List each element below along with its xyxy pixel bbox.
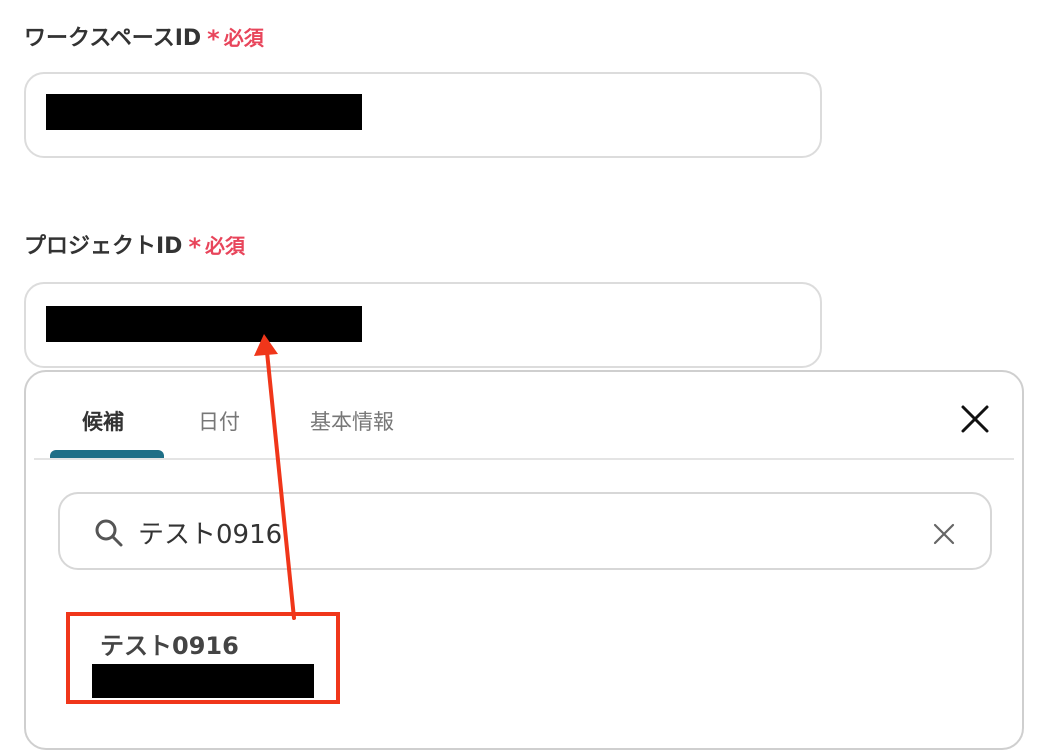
search-icon	[94, 518, 124, 548]
active-tab-indicator	[50, 450, 164, 458]
project-id-input[interactable]	[24, 282, 822, 368]
search-input[interactable]: テスト0916	[58, 492, 992, 570]
tab-divider	[34, 458, 1014, 460]
required-asterisk: *	[207, 25, 220, 53]
required-asterisk: *	[188, 233, 202, 261]
tab-basic-info[interactable]: 基本情報	[310, 406, 394, 436]
workspace-id-label-text: ワークスペースID	[24, 26, 202, 51]
redacted-option-id	[92, 664, 314, 698]
workspace-id-input[interactable]	[24, 72, 822, 158]
project-id-label: プロジェクトID * 必須	[24, 228, 246, 261]
close-icon[interactable]	[958, 402, 992, 436]
tab-date[interactable]: 日付	[198, 406, 240, 436]
project-id-label-text: プロジェクトID	[24, 234, 183, 259]
required-badge: 必須	[205, 233, 246, 258]
option-item-highlighted[interactable]: テスト0916	[66, 612, 340, 704]
search-value[interactable]: テスト0916	[138, 514, 282, 551]
option-title: テスト0916	[100, 632, 239, 660]
clear-search-icon[interactable]	[932, 522, 956, 546]
redacted-value	[46, 94, 362, 130]
redacted-value	[46, 306, 362, 342]
workspace-id-label: ワークスペースID * 必須	[24, 20, 264, 53]
tab-candidates[interactable]: 候補	[82, 406, 124, 436]
required-badge: 必須	[223, 25, 264, 50]
